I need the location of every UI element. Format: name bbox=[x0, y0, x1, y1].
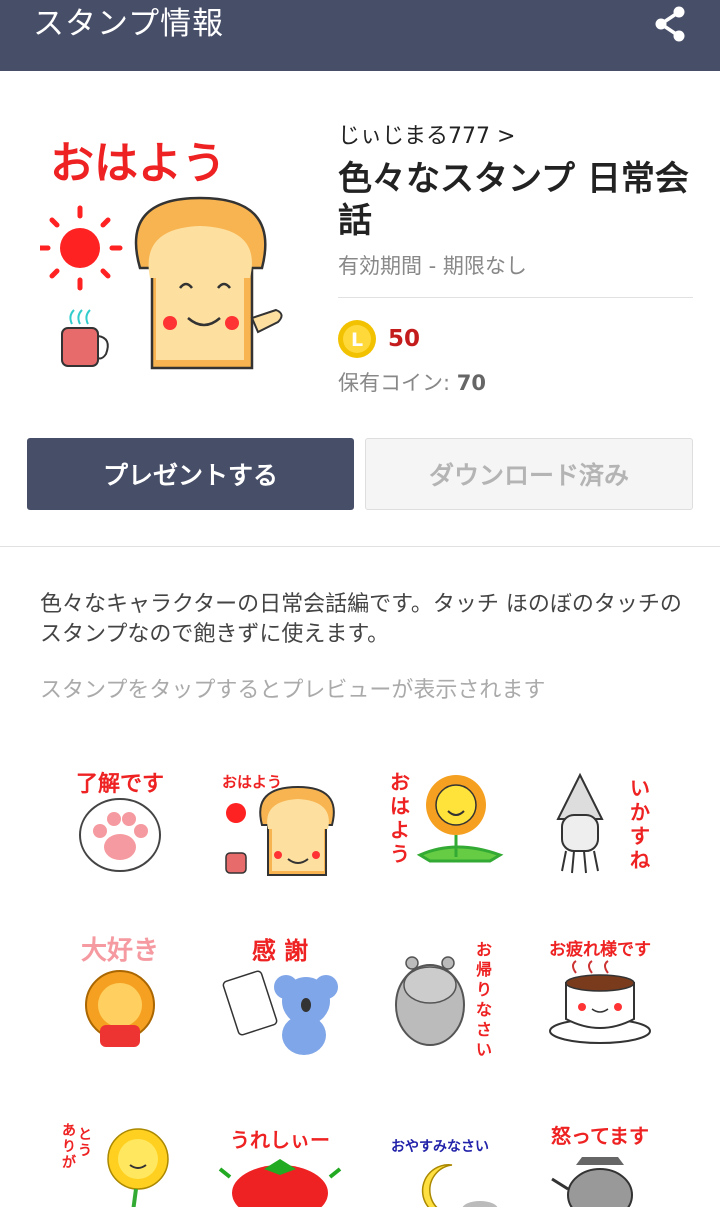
sticker-label: うれしぃー bbox=[230, 1128, 330, 1152]
line-coin-icon: L bbox=[337, 319, 377, 359]
svg-text:さ: さ bbox=[476, 1020, 492, 1039]
price-value: 50 bbox=[388, 326, 421, 352]
sun-icon bbox=[37, 205, 123, 291]
sticker-item[interactable]: ありが とう bbox=[40, 1095, 200, 1207]
kettle-character bbox=[551, 1157, 633, 1207]
sunflower-character bbox=[107, 1128, 169, 1207]
squid-character bbox=[556, 772, 604, 874]
sticker-item[interactable]: おはよう bbox=[360, 755, 520, 895]
svg-text:い: い bbox=[630, 776, 650, 800]
svg-text:す: す bbox=[630, 824, 650, 848]
coin-letter: L bbox=[351, 329, 363, 351]
svg-text:は: は bbox=[390, 794, 410, 818]
sticker-description: 色々なキャラクターの日常会話編です。タッチ ほのぼのタッチのスタンプなので飽きず… bbox=[40, 592, 682, 647]
sticker-item[interactable]: うれしぃー bbox=[200, 1095, 360, 1207]
sun-icon bbox=[226, 803, 246, 823]
share-button[interactable] bbox=[648, 2, 692, 46]
paw-icon bbox=[79, 798, 161, 872]
main-sticker-image: おはよう bbox=[37, 128, 300, 378]
download-button[interactable]: ダウンロード済み bbox=[365, 438, 693, 510]
toast-character bbox=[259, 785, 335, 876]
cup-icon bbox=[225, 852, 247, 874]
sticker-item[interactable]: おやすみなさい bbox=[360, 1095, 520, 1207]
sticker-label: おはよう bbox=[222, 773, 282, 791]
sticker-label: 怒ってます bbox=[551, 1124, 649, 1148]
svg-text:か: か bbox=[630, 800, 650, 824]
divider bbox=[338, 297, 693, 298]
sticker-label: お疲れ様です bbox=[549, 939, 651, 960]
sticker-label: 大好き bbox=[81, 936, 159, 966]
svg-text:り: り bbox=[62, 1139, 76, 1155]
svg-text:い: い bbox=[476, 1040, 492, 1059]
sticker-item[interactable]: 怒ってます bbox=[520, 1095, 680, 1207]
svg-text:と: と bbox=[78, 1127, 92, 1143]
owned-coins: 保有コイン: 70 bbox=[338, 369, 486, 397]
svg-text:お: お bbox=[390, 770, 410, 794]
share-icon bbox=[655, 6, 685, 42]
sticker-label: 了解です bbox=[76, 771, 164, 797]
sticker-item[interactable]: 感 謝 bbox=[200, 925, 360, 1065]
sticker-label-vertical: お帰りなさい bbox=[476, 940, 492, 1059]
page-title: スタンプ情報 bbox=[33, 6, 225, 42]
sticker-item[interactable]: いかすね bbox=[520, 755, 680, 895]
svg-text:よ: よ bbox=[390, 818, 410, 842]
sticker-title: 色々なスタンプ 日常会話 bbox=[338, 159, 689, 241]
sunflower-icon bbox=[416, 775, 504, 863]
coffee-cup-character bbox=[549, 960, 651, 1044]
coffee-cup-icon bbox=[61, 309, 109, 367]
sticker-label-vertical: いかすね bbox=[630, 776, 650, 872]
koala-character bbox=[222, 970, 338, 1055]
sticker-item[interactable]: 大好き bbox=[40, 925, 200, 1065]
sticker-item[interactable]: お帰りなさい bbox=[360, 925, 520, 1065]
owned-coins-label: 保有コイン: bbox=[338, 371, 457, 395]
gift-button[interactable]: プレゼントする bbox=[27, 438, 354, 510]
sticker-label: おやすみなさい bbox=[391, 1139, 489, 1155]
author-link[interactable]: じぃじまる777 > bbox=[338, 122, 515, 152]
moon-character bbox=[421, 1164, 498, 1207]
svg-text:ね: ね bbox=[630, 848, 650, 872]
sticker-label: 感 謝 bbox=[252, 937, 308, 965]
sticker-label-vertical: ありが とう bbox=[62, 1123, 92, 1171]
sticker-item[interactable]: お疲れ様です bbox=[520, 925, 680, 1065]
sticker-label-vertical: おはよう bbox=[390, 770, 410, 866]
svg-text:う: う bbox=[390, 842, 410, 866]
toast-character bbox=[134, 196, 283, 370]
hippo-character bbox=[395, 956, 465, 1046]
section-divider bbox=[0, 546, 720, 547]
owned-coins-value: 70 bbox=[456, 371, 486, 395]
validity-text: 有効期間 - 期限なし bbox=[338, 254, 527, 278]
tomato-character bbox=[218, 1159, 342, 1207]
sticker-item[interactable]: 了解です bbox=[40, 755, 200, 895]
svg-text:あ: あ bbox=[62, 1123, 76, 1139]
svg-text:が: が bbox=[62, 1154, 77, 1171]
svg-text:お: お bbox=[476, 940, 492, 959]
app-header: スタンプ情報 bbox=[0, 0, 720, 71]
lion-character bbox=[85, 970, 155, 1047]
svg-text:な: な bbox=[476, 1000, 492, 1019]
preview-hint: スタンプをタップするとプレビューが表示されます bbox=[40, 678, 546, 703]
sticker-item[interactable]: おはよう bbox=[200, 755, 360, 895]
svg-text:帰: 帰 bbox=[476, 960, 492, 979]
svg-text:り: り bbox=[476, 980, 492, 999]
svg-text:う: う bbox=[78, 1143, 92, 1159]
main-image-greeting: おはよう bbox=[50, 138, 226, 189]
